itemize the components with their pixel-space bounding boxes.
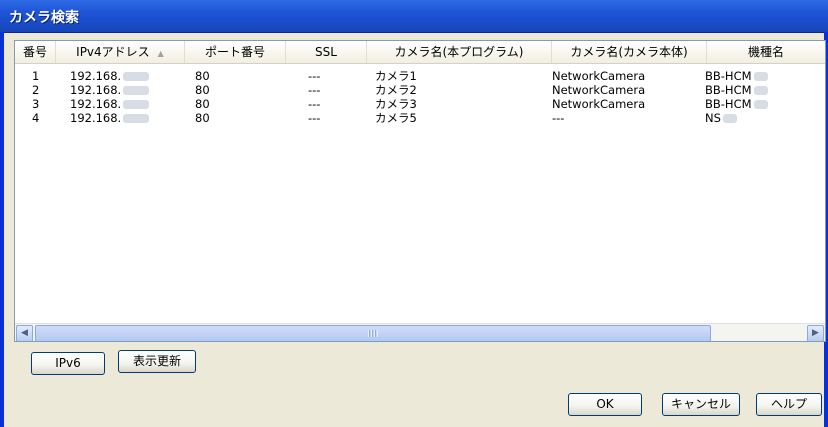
column-header-ssl[interactable]: SSL	[286, 41, 367, 63]
cell-camera-name-program: カメラ3	[375, 97, 417, 111]
redacted-model-suffix	[753, 72, 768, 81]
window-border-left	[0, 32, 4, 427]
redacted-model-suffix	[753, 100, 768, 109]
redacted-ip-suffix	[123, 100, 150, 109]
cell-camera-name-device: NetworkCamera	[552, 97, 646, 111]
window-title: カメラ検索	[9, 10, 79, 26]
table-row[interactable]: 4 192.168. 80 --- カメラ5 --- NS	[15, 111, 825, 125]
cell-camera-name-device: NetworkCamera	[552, 83, 646, 97]
cell-model: BB-HCM	[705, 97, 768, 111]
cell-port: 80	[195, 83, 210, 97]
redacted-ip-suffix	[123, 72, 150, 81]
cell-ipv4: 192.168.	[70, 83, 150, 97]
ipv6-button[interactable]: IPv6	[31, 352, 105, 375]
column-header-number[interactable]: 番号	[15, 41, 56, 63]
table-row[interactable]: 1 192.168. 80 --- カメラ1 NetworkCamera BB-…	[15, 69, 825, 83]
redacted-model-suffix	[753, 86, 768, 95]
scrollbar-grip	[368, 330, 378, 337]
camera-list[interactable]: 番号 IPv4アドレス ▲ ポート番号 SSL カメラ名(本プログラム) カメラ名…	[14, 40, 826, 342]
cell-ssl: ---	[308, 97, 321, 111]
column-header-camera-name-program[interactable]: カメラ名(本プログラム)	[367, 41, 552, 63]
redacted-ip-suffix	[123, 86, 150, 95]
table-row[interactable]: 2 192.168. 80 --- カメラ2 NetworkCamera BB-…	[15, 83, 825, 97]
cell-number: 1	[32, 69, 40, 83]
cell-port: 80	[195, 97, 210, 111]
cell-ssl: ---	[308, 83, 321, 97]
cell-camera-name-device: NetworkCamera	[552, 69, 646, 83]
table-row[interactable]: 3 192.168. 80 --- カメラ3 NetworkCamera BB-…	[15, 97, 825, 111]
cell-model: BB-HCM	[705, 69, 768, 83]
cell-ssl: ---	[308, 69, 321, 83]
cell-camera-name-program: カメラ2	[375, 83, 417, 97]
help-button[interactable]: ヘルプ	[756, 393, 822, 416]
title-bar[interactable]: カメラ検索	[0, 0, 828, 33]
cell-model: NS	[705, 111, 737, 125]
cell-ipv4: 192.168.	[70, 111, 150, 125]
redacted-ip-suffix	[123, 114, 150, 123]
column-header-model[interactable]: 機種名	[707, 41, 825, 63]
ok-button[interactable]: OK	[568, 393, 642, 416]
cell-port: 80	[195, 111, 210, 125]
cell-camera-name-program: カメラ1	[375, 69, 417, 83]
scrollbar-thumb[interactable]	[35, 325, 711, 341]
refresh-button[interactable]: 表示更新	[118, 350, 196, 373]
redacted-model-suffix	[722, 114, 737, 123]
cell-ipv4: 192.168.	[70, 69, 150, 83]
cell-camera-name-program: カメラ5	[375, 111, 417, 125]
cell-ssl: ---	[308, 111, 321, 125]
cell-camera-name-device: ---	[552, 111, 565, 125]
cell-number: 2	[32, 83, 40, 97]
cell-number: 3	[32, 97, 40, 111]
cancel-button[interactable]: キャンセル	[662, 393, 740, 416]
column-header-camera-name-device[interactable]: カメラ名(カメラ本体)	[552, 41, 707, 63]
cell-ipv4: 192.168.	[70, 97, 150, 111]
list-header: 番号 IPv4アドレス ▲ ポート番号 SSL カメラ名(本プログラム) カメラ名…	[15, 41, 825, 64]
cell-port: 80	[195, 69, 210, 83]
cell-model: BB-HCM	[705, 83, 768, 97]
cell-number: 4	[32, 111, 40, 125]
column-header-ipv4[interactable]: IPv4アドレス ▲	[56, 41, 185, 63]
scroll-right-icon[interactable]: ▶	[807, 325, 824, 341]
column-header-port[interactable]: ポート番号	[185, 41, 286, 63]
scroll-left-icon[interactable]: ◀	[16, 325, 33, 341]
horizontal-scrollbar[interactable]: ◀ ▶	[15, 323, 825, 341]
sort-ascending-icon: ▲	[157, 49, 164, 58]
